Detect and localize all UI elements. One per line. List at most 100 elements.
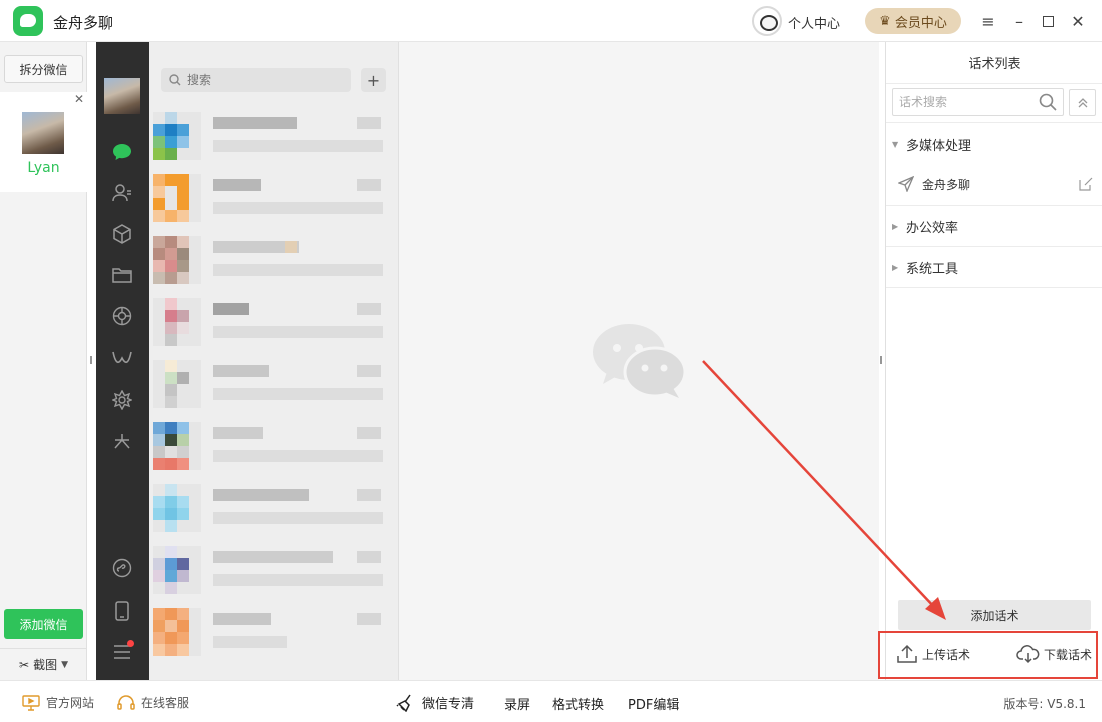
wechat-nav-bar: [96, 42, 149, 680]
wechat-clean-label: 微信专清: [422, 697, 475, 712]
chat-search-input[interactable]: [187, 73, 337, 87]
account-close-icon[interactable]: ✕: [74, 92, 84, 106]
chat-avatar: [153, 360, 201, 408]
chat-list-item[interactable]: [149, 414, 399, 476]
minimize-icon[interactable]: –: [1008, 10, 1030, 32]
edit-icon[interactable]: [1079, 177, 1093, 191]
script-item-label: 金舟多聊: [922, 177, 971, 192]
account-sidebar: 拆分微信 Lyan ✕ 添加微信 ✂ 截图 ▼: [0, 42, 87, 680]
screenshot-label: 截图: [33, 658, 58, 672]
wechat-logo-icon: [593, 324, 687, 398]
script-search-box[interactable]: [892, 88, 1064, 116]
chat-list-item[interactable]: [149, 228, 399, 290]
chat-avatar: [153, 298, 201, 346]
chat-icon[interactable]: [110, 140, 134, 164]
more-menu-icon[interactable]: [110, 640, 134, 664]
user-avatar-icon[interactable]: [752, 6, 782, 36]
right-splitter-handle[interactable]: ‖: [879, 355, 883, 364]
script-group-system[interactable]: ▶ 系统工具: [886, 247, 1102, 287]
close-icon[interactable]: ✕: [1067, 10, 1089, 32]
maximize-icon[interactable]: [1037, 10, 1059, 32]
nav-avatar[interactable]: [104, 78, 140, 114]
pdf-edit-tool[interactable]: PDF编辑: [628, 694, 679, 713]
add-contact-button[interactable]: +: [361, 68, 386, 92]
script-group-office[interactable]: ▶ 办公效率: [886, 206, 1102, 246]
add-script-button[interactable]: 添加话术: [898, 600, 1091, 630]
channels-icon[interactable]: [110, 347, 134, 371]
phone-icon[interactable]: [110, 599, 134, 623]
chat-list-panel: +: [149, 42, 399, 680]
screen-record-tool[interactable]: 录屏: [504, 694, 530, 713]
account-item[interactable]: Lyan ✕: [0, 92, 87, 192]
version-label: 版本号: V5.8.1: [1003, 697, 1086, 711]
chat-avatar: [153, 174, 201, 222]
chat-avatar: [153, 422, 201, 470]
monitor-icon: [22, 694, 40, 711]
split-wechat-button[interactable]: 拆分微信: [4, 55, 83, 83]
account-avatar: [22, 112, 64, 154]
vip-center-button[interactable]: ♛ 会员中心: [865, 8, 961, 34]
screenshot-button[interactable]: ✂ 截图 ▼: [0, 648, 87, 680]
crown-icon: ♛: [879, 13, 891, 29]
search-icon[interactable]: [1039, 93, 1057, 111]
mini-program-icon[interactable]: [110, 430, 134, 454]
triangle-right-icon: ▶: [892, 221, 899, 231]
chat-search-box[interactable]: [161, 68, 351, 92]
app-logo-icon: [13, 6, 43, 36]
left-splitter-handle[interactable]: ‖: [89, 355, 93, 364]
official-site-label: 官方网站: [46, 696, 95, 710]
script-group-multimedia[interactable]: ▼ 多媒体处理: [886, 124, 1102, 164]
format-convert-tool[interactable]: 格式转换: [552, 694, 604, 713]
contacts-icon[interactable]: [110, 181, 134, 205]
folder-icon[interactable]: [110, 263, 134, 287]
divider: [886, 122, 1102, 123]
script-item[interactable]: 金舟多聊: [886, 164, 1102, 204]
script-group-label: 多媒体处理: [906, 138, 972, 154]
send-icon: [898, 176, 914, 192]
search-discover-icon[interactable]: [110, 388, 134, 412]
scissors-icon: ✂: [19, 657, 30, 672]
title-bar: 金舟多聊 个人中心 ♛ 会员中心 ≡ – ✕: [0, 0, 1102, 42]
broom-icon: [396, 694, 411, 712]
script-group-label: 办公效率: [906, 220, 959, 236]
account-name: Lyan: [27, 160, 60, 176]
script-group-label: 系统工具: [906, 261, 959, 277]
chat-list-item[interactable]: [149, 476, 399, 538]
chat-list-item[interactable]: [149, 600, 399, 662]
app-title: 金舟多聊: [53, 14, 114, 32]
moments-icon[interactable]: [110, 304, 134, 328]
chat-list-item[interactable]: [149, 166, 399, 228]
favorites-cube-icon[interactable]: [110, 222, 134, 246]
chat-list-item[interactable]: [149, 290, 399, 352]
vip-center-label: 会员中心: [894, 15, 947, 31]
triangle-down-icon: ▼: [892, 139, 899, 149]
chat-list-item[interactable]: [149, 104, 399, 166]
scripts-panel: 话术列表 ▼ 多媒体处理 金舟多聊 ▶ 办公效率 ▶ 系统工具 添加话术 上传话…: [885, 42, 1102, 680]
add-wechat-button[interactable]: 添加微信: [4, 609, 83, 639]
official-site-link[interactable]: 官方网站: [22, 694, 94, 711]
chat-main-area: [399, 42, 879, 680]
status-footer: 官方网站 在线客服 微信专清 录屏 格式转换 PDF编辑 版本号: V5.8.1: [0, 680, 1102, 722]
chat-avatar: [153, 112, 201, 160]
wechat-clean-tool[interactable]: 微信专清: [396, 693, 474, 712]
online-service-link[interactable]: 在线客服: [117, 694, 189, 711]
triangle-right-icon: ▶: [892, 262, 899, 272]
divider: [886, 287, 1102, 288]
collapse-all-button[interactable]: [1069, 89, 1096, 116]
personal-center-link[interactable]: 个人中心: [788, 13, 840, 32]
chat-avatar: [153, 484, 201, 532]
highlight-annotation-box: [878, 631, 1098, 679]
mini-program-circle-icon[interactable]: [110, 556, 134, 580]
chat-avatar: [153, 608, 201, 656]
chevron-down-icon[interactable]: ▼: [61, 660, 68, 670]
search-icon: [169, 74, 181, 86]
headset-icon: [117, 694, 135, 710]
chat-list-item[interactable]: [149, 538, 399, 600]
chat-avatar: [153, 236, 201, 284]
chat-list-item[interactable]: [149, 352, 399, 414]
scripts-panel-title: 话术列表: [886, 42, 1102, 84]
menu-icon[interactable]: ≡: [977, 10, 999, 32]
notification-dot: [127, 640, 134, 647]
online-service-label: 在线客服: [141, 696, 190, 710]
script-search-input[interactable]: [899, 95, 1029, 109]
